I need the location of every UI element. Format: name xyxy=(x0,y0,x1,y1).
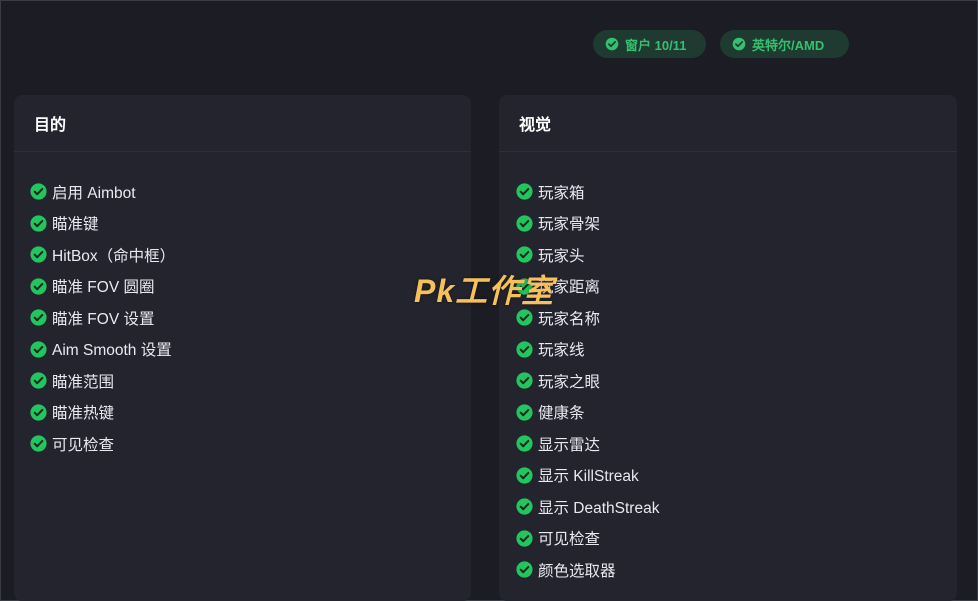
feature-item: 玩家头 xyxy=(516,239,957,271)
feature-item: 玩家之眼 xyxy=(516,365,957,397)
feature-label: 颜色选取器 xyxy=(538,562,616,580)
feature-label: HitBox（命中框） xyxy=(52,247,176,265)
feature-label: 玩家箱 xyxy=(538,184,585,202)
visual-feature-list: 玩家箱玩家骨架玩家头玩家距离玩家名称玩家线玩家之眼健康条显示雷达显示 KillS… xyxy=(499,152,957,586)
check-circle-icon xyxy=(516,215,533,232)
feature-label: 健康条 xyxy=(538,405,585,423)
feature-label: 瞄准热键 xyxy=(52,405,115,423)
feature-label: 玩家距离 xyxy=(538,279,601,297)
feature-item: 瞄准热键 xyxy=(30,397,471,429)
check-circle-icon xyxy=(516,498,533,515)
check-circle-icon xyxy=(516,467,533,484)
aim-feature-list: 启用 Aimbot 瞄准键 HitBox（命中框） 瞄准 FOV 圆圈 瞄准 FOV 设… xyxy=(14,152,471,460)
check-circle-icon xyxy=(516,278,533,295)
aim-features-panel: 目的 启用 Aimbot 瞄准键 HitBox（命中框） 瞄准 FOV 圆圈 瞄准 FO… xyxy=(14,95,471,601)
check-circle-icon xyxy=(516,309,533,326)
os-compat-badge: 窗户 10/11 xyxy=(593,30,706,58)
feature-item: 玩家名称 xyxy=(516,302,957,334)
feature-item: 玩家骨架 xyxy=(516,208,957,240)
feature-label: 瞄准 FOV 圆圈 xyxy=(52,279,155,297)
feature-label: 瞄准 FOV 设置 xyxy=(52,310,155,328)
feature-label: 瞄准范围 xyxy=(52,373,115,391)
badge-bar: 窗户 10/11 英特尔/AMD xyxy=(593,30,849,58)
feature-item: 显示雷达 xyxy=(516,428,957,460)
check-circle-icon xyxy=(30,215,47,232)
cpu-compat-label: 英特尔/AMD xyxy=(752,37,825,53)
check-circle-icon xyxy=(516,561,533,578)
feature-item: 瞄准 FOV 设置 xyxy=(30,302,471,334)
feature-label: 玩家头 xyxy=(538,247,585,265)
feature-label: 可见检查 xyxy=(538,531,601,549)
check-circle-icon xyxy=(516,404,533,421)
check-circle-icon xyxy=(30,404,47,421)
cpu-compat-badge: 英特尔/AMD xyxy=(720,30,849,58)
check-circle-icon xyxy=(30,309,47,326)
feature-item: 瞄准范围 xyxy=(30,365,471,397)
feature-item: 玩家箱 xyxy=(516,176,957,208)
feature-item: 可见检查 xyxy=(30,428,471,460)
feature-item: HitBox（命中框） xyxy=(30,239,471,271)
feature-label: Aim Smooth 设置 xyxy=(52,342,172,360)
feature-item: Aim Smooth 设置 xyxy=(30,334,471,366)
check-circle-icon xyxy=(30,435,47,452)
panel-title: 视觉 xyxy=(499,95,957,152)
check-circle-icon xyxy=(516,183,533,200)
feature-item: 玩家线 xyxy=(516,334,957,366)
check-circle-icon xyxy=(30,372,47,389)
feature-item: 玩家距离 xyxy=(516,271,957,303)
feature-item: 瞄准 FOV 圆圈 xyxy=(30,271,471,303)
check-circle-icon xyxy=(30,246,47,263)
feature-label: 瞄准键 xyxy=(52,216,99,234)
feature-item: 瞄准键 xyxy=(30,208,471,240)
panel-title: 目的 xyxy=(14,95,471,152)
feature-item: 颜色选取器 xyxy=(516,554,957,586)
feature-label: 显示 DeathStreak xyxy=(538,499,660,517)
check-circle-icon xyxy=(516,372,533,389)
feature-label: 玩家名称 xyxy=(538,310,601,328)
feature-item: 显示 DeathStreak xyxy=(516,491,957,523)
feature-label: 启用 Aimbot xyxy=(52,184,136,202)
feature-item: 显示 KillStreak xyxy=(516,460,957,492)
feature-label: 玩家之眼 xyxy=(538,373,601,391)
check-circle-icon xyxy=(516,341,533,358)
check-circle-icon xyxy=(516,435,533,452)
os-compat-label: 窗户 10/11 xyxy=(625,37,687,53)
check-circle-icon xyxy=(732,37,746,51)
feature-label: 可见检查 xyxy=(52,436,115,454)
feature-label: 玩家骨架 xyxy=(538,216,601,234)
check-circle-icon xyxy=(605,37,619,51)
feature-label: 显示雷达 xyxy=(538,436,601,454)
check-circle-icon xyxy=(516,530,533,547)
feature-item: 健康条 xyxy=(516,397,957,429)
check-circle-icon xyxy=(30,278,47,295)
feature-label: 显示 KillStreak xyxy=(538,468,639,486)
feature-item: 启用 Aimbot xyxy=(30,176,471,208)
check-circle-icon xyxy=(516,246,533,263)
feature-item: 可见检查 xyxy=(516,523,957,555)
visual-features-panel: 视觉 玩家箱玩家骨架玩家头玩家距离玩家名称玩家线玩家之眼健康条显示雷达显示 Ki… xyxy=(499,95,957,601)
check-circle-icon xyxy=(30,183,47,200)
feature-label: 玩家线 xyxy=(538,342,585,360)
check-circle-icon xyxy=(30,341,47,358)
